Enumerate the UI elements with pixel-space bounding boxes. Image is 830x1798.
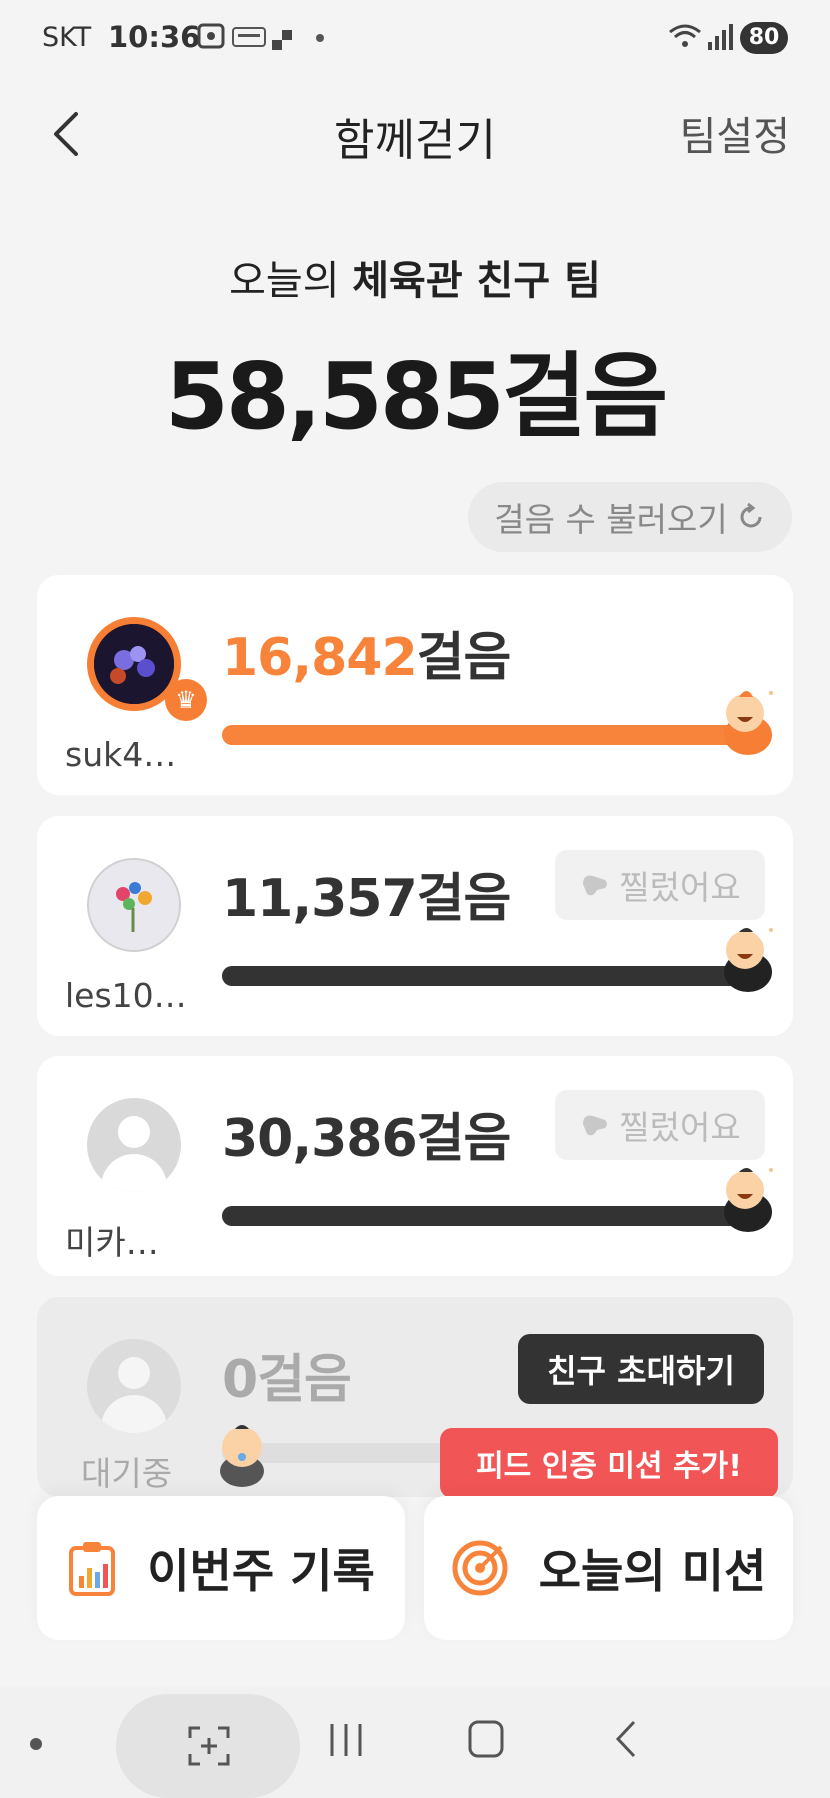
scan-icon <box>188 1726 230 1766</box>
home-icon <box>468 1720 504 1758</box>
member-steps-unit: 걸음 <box>416 869 512 929</box>
member-steps-value: 30,386 <box>222 1109 418 1169</box>
walker-character-icon <box>717 920 779 994</box>
nav-dot-icon <box>30 1738 42 1750</box>
carrier-label: SKT <box>42 22 92 53</box>
progress-bar <box>222 725 742 745</box>
weekly-record-button[interactable]: 이번주 기록 <box>37 1496 405 1640</box>
target-icon <box>452 1540 508 1596</box>
invite-friend-button[interactable]: 친구 초대하기 <box>518 1334 764 1404</box>
avatar-placeholder-head <box>118 1116 150 1148</box>
status-bar: SKT 10:36 80 <box>0 0 830 74</box>
progress-fill <box>222 966 742 986</box>
team-heading: 오늘의 체육관 친구 팀 <box>0 248 830 306</box>
avatar-placeholder-head <box>118 1357 150 1389</box>
poke-label: 찔렀어요 <box>619 868 741 907</box>
member-steps-unit: 걸음 <box>416 628 512 688</box>
member-steps: 11,357걸음 <box>222 856 512 931</box>
walker-character-icon <box>717 1160 779 1234</box>
avatar[interactable] <box>87 858 181 952</box>
refresh-icon <box>740 502 762 528</box>
avatar-photo <box>94 624 174 704</box>
member-steps-unit: 걸음 <box>257 1350 352 1410</box>
team-settings-button[interactable]: 팀설정 <box>680 104 790 162</box>
screenshot-icon <box>196 22 226 56</box>
refresh-steps-label: 걸음 수 불러오기 <box>494 500 728 539</box>
member-name: 미카… <box>65 1223 159 1262</box>
member-steps-unit: 걸음 <box>416 1109 512 1169</box>
poke-button[interactable]: 찔렀어요 <box>555 1090 765 1160</box>
progress-bar <box>222 966 742 986</box>
avatar-placeholder-body <box>101 1395 167 1433</box>
app-icon <box>272 28 296 56</box>
poke-label: 찔렀어요 <box>619 1108 741 1147</box>
today-mission-label: 오늘의 미션 <box>538 1544 767 1598</box>
avatar-placeholder-body <box>101 1154 167 1192</box>
member-steps: 30,386걸음 <box>222 1096 512 1171</box>
walker-character-icon <box>717 683 779 757</box>
battery-indicator: 80 <box>740 22 788 54</box>
avatar-photo <box>89 860 179 950</box>
member-steps-value: 16,842 <box>222 628 418 688</box>
notification-dot-icon <box>316 34 324 42</box>
recent-apps-button[interactable] <box>326 1720 366 1764</box>
mission-tooltip-text: 피드 인증 미션 추가! <box>476 1449 742 1484</box>
back-icon <box>615 1720 636 1758</box>
progress-bar <box>222 1206 742 1226</box>
weekly-record-label: 이번주 기록 <box>147 1544 375 1598</box>
avatar <box>87 1339 181 1433</box>
member-name: 대기중 <box>81 1454 173 1493</box>
member-card: 미카… 30,386걸음 찔렀어요 <box>37 1056 793 1276</box>
crown-icon: ♛ <box>165 679 207 721</box>
scan-button[interactable] <box>116 1694 300 1798</box>
team-heading-prefix: 오늘의 <box>229 258 340 304</box>
progress-fill <box>222 725 742 745</box>
member-steps: 16,842걸음 <box>222 615 512 690</box>
system-back-button[interactable] <box>610 1718 640 1764</box>
poke-button[interactable]: 찔렀어요 <box>555 850 765 920</box>
member-steps-value: 11,357 <box>222 869 418 929</box>
member-steps: 0걸음 <box>222 1337 352 1412</box>
baby-character-icon <box>211 1415 273 1489</box>
member-card: les10… 11,357걸음 찔렀어요 <box>37 816 793 1036</box>
member-name: les10… <box>65 976 187 1015</box>
system-nav-bar <box>0 1686 830 1798</box>
clipboard-chart-icon <box>69 1542 116 1596</box>
signal-icon <box>706 24 734 56</box>
team-name: 체육관 친구 팀 <box>352 258 601 304</box>
team-total-steps: 58,585걸음 <box>164 343 668 450</box>
cashfeed-icon <box>232 26 266 54</box>
poke-hand-icon <box>583 875 608 896</box>
mission-tooltip: 피드 인증 미션 추가! <box>440 1428 778 1510</box>
avatar[interactable] <box>87 1098 181 1192</box>
member-steps-value: 0 <box>222 1350 258 1410</box>
refresh-steps-button[interactable]: 걸음 수 불러오기 <box>468 482 792 552</box>
progress-fill <box>222 1206 742 1226</box>
home-button[interactable] <box>466 1718 506 1764</box>
wifi-icon <box>668 22 702 56</box>
poke-hand-icon <box>583 1115 608 1136</box>
member-card: ♛ suk4… 16,842걸음 <box>37 575 793 795</box>
clock: 10:36 <box>108 20 201 54</box>
member-name: suk4… <box>65 735 177 774</box>
today-mission-button[interactable]: 오늘의 미션 <box>424 1496 793 1640</box>
recent-apps-icon <box>330 1724 362 1756</box>
